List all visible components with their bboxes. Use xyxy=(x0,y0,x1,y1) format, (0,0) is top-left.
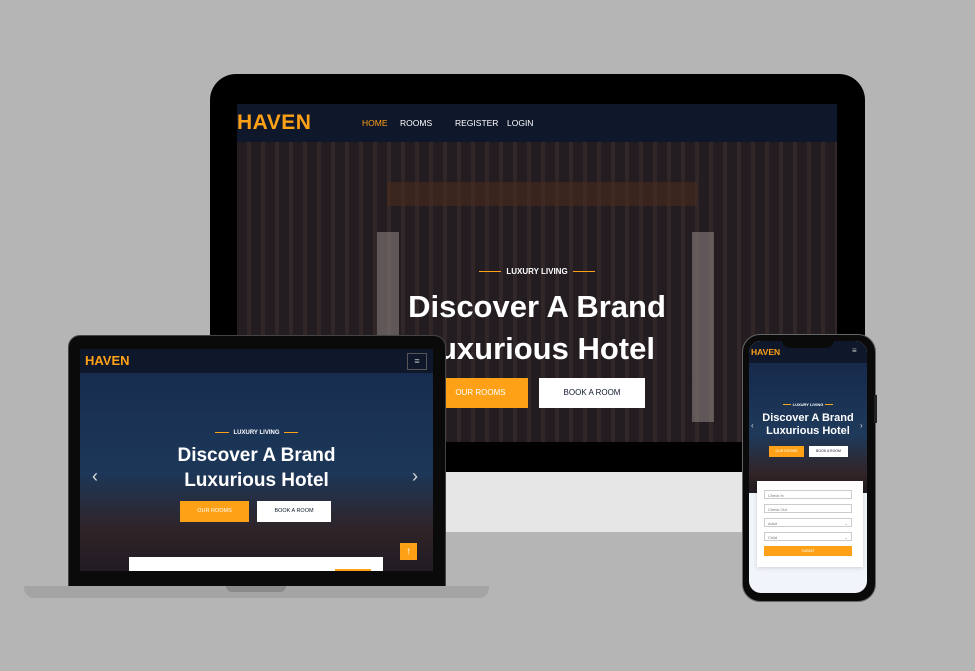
nav-rooms-link[interactable]: ROOMS xyxy=(400,118,432,128)
desktop-hero-kicker: LUXURY LIVING xyxy=(237,267,837,276)
adult-select[interactable]: Adult ⌄ xyxy=(764,518,852,527)
laptop-book-room-button[interactable]: BOOK A ROOM xyxy=(257,501,331,522)
laptop-navbar: HAVEN ≡ xyxy=(80,349,433,373)
desktop-logo[interactable]: HAVEN xyxy=(237,111,311,135)
carousel-next-icon[interactable]: › xyxy=(412,466,418,487)
nav-login-link[interactable]: LOGIN xyxy=(507,118,533,128)
phone-screen: HAVEN ≡ LUXURY LIVING Discover A Brand L… xyxy=(749,341,867,593)
laptop-logo[interactable]: HAVEN xyxy=(85,353,130,368)
adult-select-value: Adult xyxy=(768,521,778,526)
laptop-trackpad-notch xyxy=(226,586,286,592)
phone-hero-kicker: LUXURY LIVING xyxy=(749,402,867,407)
submit-button[interactable]: SUBMIT xyxy=(764,546,852,556)
laptop-hero-kicker: LUXURY LIVING xyxy=(80,430,433,436)
chevron-down-icon: ⌄ xyxy=(844,535,848,540)
child-select[interactable]: Child ⌄ xyxy=(764,532,852,541)
hero-image-beam xyxy=(387,182,697,206)
carousel-next-icon[interactable]: › xyxy=(860,421,863,430)
hamburger-menu-icon[interactable]: ≡ xyxy=(407,353,427,370)
chevron-down-icon: ⌄ xyxy=(844,521,848,526)
phone-booking-form: Check In Check Out Adult ⌄ Child ⌄ SUBMI… xyxy=(757,481,863,567)
phone-notch xyxy=(782,339,834,348)
nav-register-link[interactable]: REGISTER xyxy=(455,118,498,128)
phone-side-button xyxy=(874,395,877,423)
phone-logo[interactable]: HAVEN xyxy=(751,347,780,357)
carousel-prev-icon[interactable]: ‹ xyxy=(92,466,98,487)
desktop-our-rooms-button[interactable]: OUR ROOMS xyxy=(433,378,528,408)
phone-hero-title: Discover A Brand Luxurious Hotel xyxy=(762,412,854,437)
laptop-booking-submit[interactable] xyxy=(335,569,371,571)
phone-book-room-button[interactable]: BOOK A ROOM xyxy=(809,446,848,457)
check-out-field[interactable]: Check Out xyxy=(764,504,852,513)
phone-our-rooms-button[interactable]: OUR ROOMS xyxy=(769,446,804,457)
child-select-value: Child xyxy=(768,535,778,540)
back-to-top-icon[interactable]: ↑ xyxy=(400,543,417,560)
laptop-screen: HAVEN ≡ LUXURY LIVING Discover A Brand L… xyxy=(80,349,433,571)
desktop-navbar: HAVEN HOME ROOMS REGISTER LOGIN xyxy=(237,104,837,142)
desktop-book-room-button[interactable]: BOOK A ROOM xyxy=(539,378,645,408)
hamburger-menu-icon[interactable]: ≡ xyxy=(852,346,857,355)
nav-home-link[interactable]: HOME xyxy=(362,118,388,128)
carousel-prev-icon[interactable]: ‹ xyxy=(751,421,754,430)
laptop-hero-title: Discover A Brand Luxurious Hotel xyxy=(177,445,336,491)
check-in-field[interactable]: Check In xyxy=(764,490,852,499)
laptop-our-rooms-button[interactable]: OUR ROOMS xyxy=(180,501,249,522)
